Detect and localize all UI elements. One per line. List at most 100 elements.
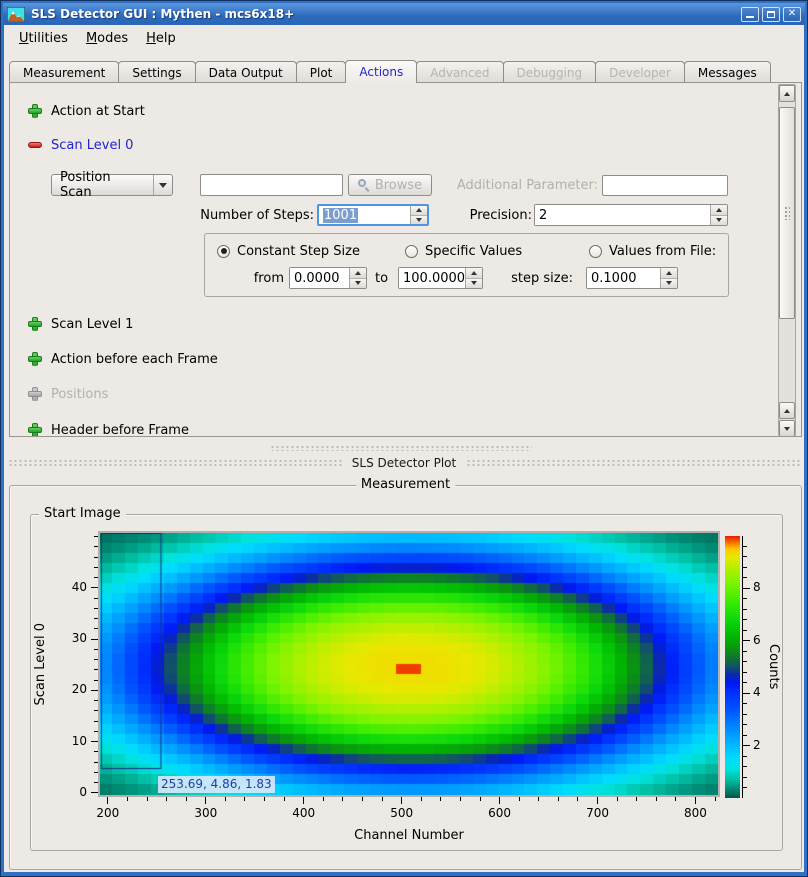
y-axis-ticks: 010203040 [31,533,98,795]
spin-up-icon[interactable] [711,205,727,216]
from-value: 0.0000 [290,268,349,288]
x-tick [715,797,716,801]
x-tick [538,797,539,801]
z-tick [743,630,747,631]
z-tick [743,703,747,704]
scroll-up-icon [784,409,790,413]
scan-mode-combobox[interactable]: Position Scan [51,174,173,196]
spin-down-icon[interactable] [466,279,482,289]
maximize-icon [767,11,775,18]
x-tick [480,797,481,801]
x-tick [460,797,461,801]
splitter-handle[interactable] [270,445,532,451]
x-tick [382,797,383,801]
vertical-scrollbar[interactable] [778,84,796,436]
x-tick [675,797,676,801]
tab-debugging: Debugging [503,61,597,83]
minus-icon [28,138,42,152]
values-from-file-radio[interactable]: Values from File: [589,243,716,259]
z-tick [743,787,747,788]
scroll-up-button-2[interactable] [779,402,795,419]
plot-canvas[interactable]: 253.69, 4.86, 1.83 [98,531,720,797]
spin-down-icon[interactable] [661,279,677,289]
menu-modes[interactable]: Modes [77,28,137,49]
window-title: SLS Detector GUI : Mythen - mcs6x18+ [31,7,738,21]
y-tick [91,792,98,793]
action-at-start-row[interactable]: Action at Start [28,102,145,120]
start-image-groupbox: Start Image Scan Level 0 010203040 253.6… [30,514,783,851]
tab-settings[interactable]: Settings [118,61,195,83]
header-before-frame-row[interactable]: Header before Frame [28,421,189,436]
title-bar[interactable]: SLS Detector GUI : Mythen - mcs6x18+ ✕ [3,3,805,25]
scroll-up-button[interactable] [779,85,795,102]
tab-actions[interactable]: Actions [345,60,417,83]
measurement-group-title: Measurement [356,477,455,492]
measurement-groupbox: Measurement Start Image Scan Level 0 010… [9,485,802,870]
scroll-down-button[interactable] [779,420,795,436]
scan-level-1-row[interactable]: Scan Level 1 [28,315,133,333]
heatmap-image[interactable] [100,533,718,795]
specific-values-radio[interactable]: Specific Values [405,243,522,259]
step-size-value: 0.1000 [587,268,660,288]
y-tick-label: 20 [31,682,87,696]
client-area: Utilities Modes Help MeasurementSettings… [4,25,804,872]
z-tick [743,682,747,683]
scan-level-1-label: Scan Level 1 [51,317,133,332]
scrollbar-thumb[interactable] [779,107,795,319]
plus-icon-disabled [28,387,42,401]
precision-spinbox[interactable]: 2 [534,204,728,226]
x-tick [107,797,108,804]
x-tick [284,797,285,801]
colorbar-label: Counts [766,644,781,689]
plus-icon [28,423,42,436]
x-tick [166,797,167,801]
positions-label: Positions [51,387,108,402]
x-tick [225,797,226,801]
x-tick-label: 200 [88,806,128,820]
z-tick [743,735,747,736]
radio-checked-icon [217,245,230,258]
spin-down-icon[interactable] [350,279,366,289]
plus-icon [28,104,42,118]
z-tick [743,661,747,662]
scan-level-0-row[interactable]: Scan Level 0 [28,136,133,154]
close-button[interactable]: ✕ [783,7,801,22]
spin-up-icon[interactable] [661,268,677,279]
tab-messages[interactable]: Messages [684,61,771,83]
colorbar-label-wrap: Counts [766,536,781,798]
spin-up-icon[interactable] [350,268,366,279]
combo-arrow[interactable] [153,175,172,195]
plot-dock-titlebar[interactable]: SLS Detector Plot [8,453,800,472]
x-tick [244,797,245,801]
menu-utilities[interactable]: Utilities [10,28,77,49]
actions-tab-panel: Action at Start Scan Level 0 Position Sc… [9,82,802,437]
spin-up-icon[interactable] [466,268,482,279]
z-tick [743,693,750,694]
tab-data-output[interactable]: Data Output [195,61,297,83]
app-icon [7,7,25,22]
x-tick [440,797,441,801]
x-tick [617,797,618,801]
scan-file-input[interactable] [200,174,343,196]
x-tick-label: 700 [578,806,618,820]
constant-step-size-radio[interactable]: Constant Step Size [217,243,360,259]
to-label: to [375,267,395,289]
to-spinbox[interactable]: 100.0000 [398,267,483,289]
z-tick [743,640,750,641]
x-tick [362,797,363,801]
tab-measurement[interactable]: Measurement [9,61,119,83]
additional-parameter-input[interactable] [602,175,728,196]
to-value: 100.0000 [399,268,465,288]
minimize-button[interactable] [741,7,759,22]
action-before-each-frame-row[interactable]: Action before each Frame [28,350,218,368]
tab-plot[interactable]: Plot [296,61,347,83]
maximize-button[interactable] [762,7,780,22]
menu-help[interactable]: Help [137,28,185,49]
step-size-label: step size: [505,267,573,289]
x-tick [401,797,402,804]
step-size-spinbox[interactable]: 0.1000 [586,267,678,289]
spin-down-icon[interactable] [711,216,727,226]
x-tick-label: 600 [480,806,520,820]
cursor-tooltip: 253.69, 4.86, 1.83 [158,776,275,793]
from-spinbox[interactable]: 0.0000 [289,267,367,289]
